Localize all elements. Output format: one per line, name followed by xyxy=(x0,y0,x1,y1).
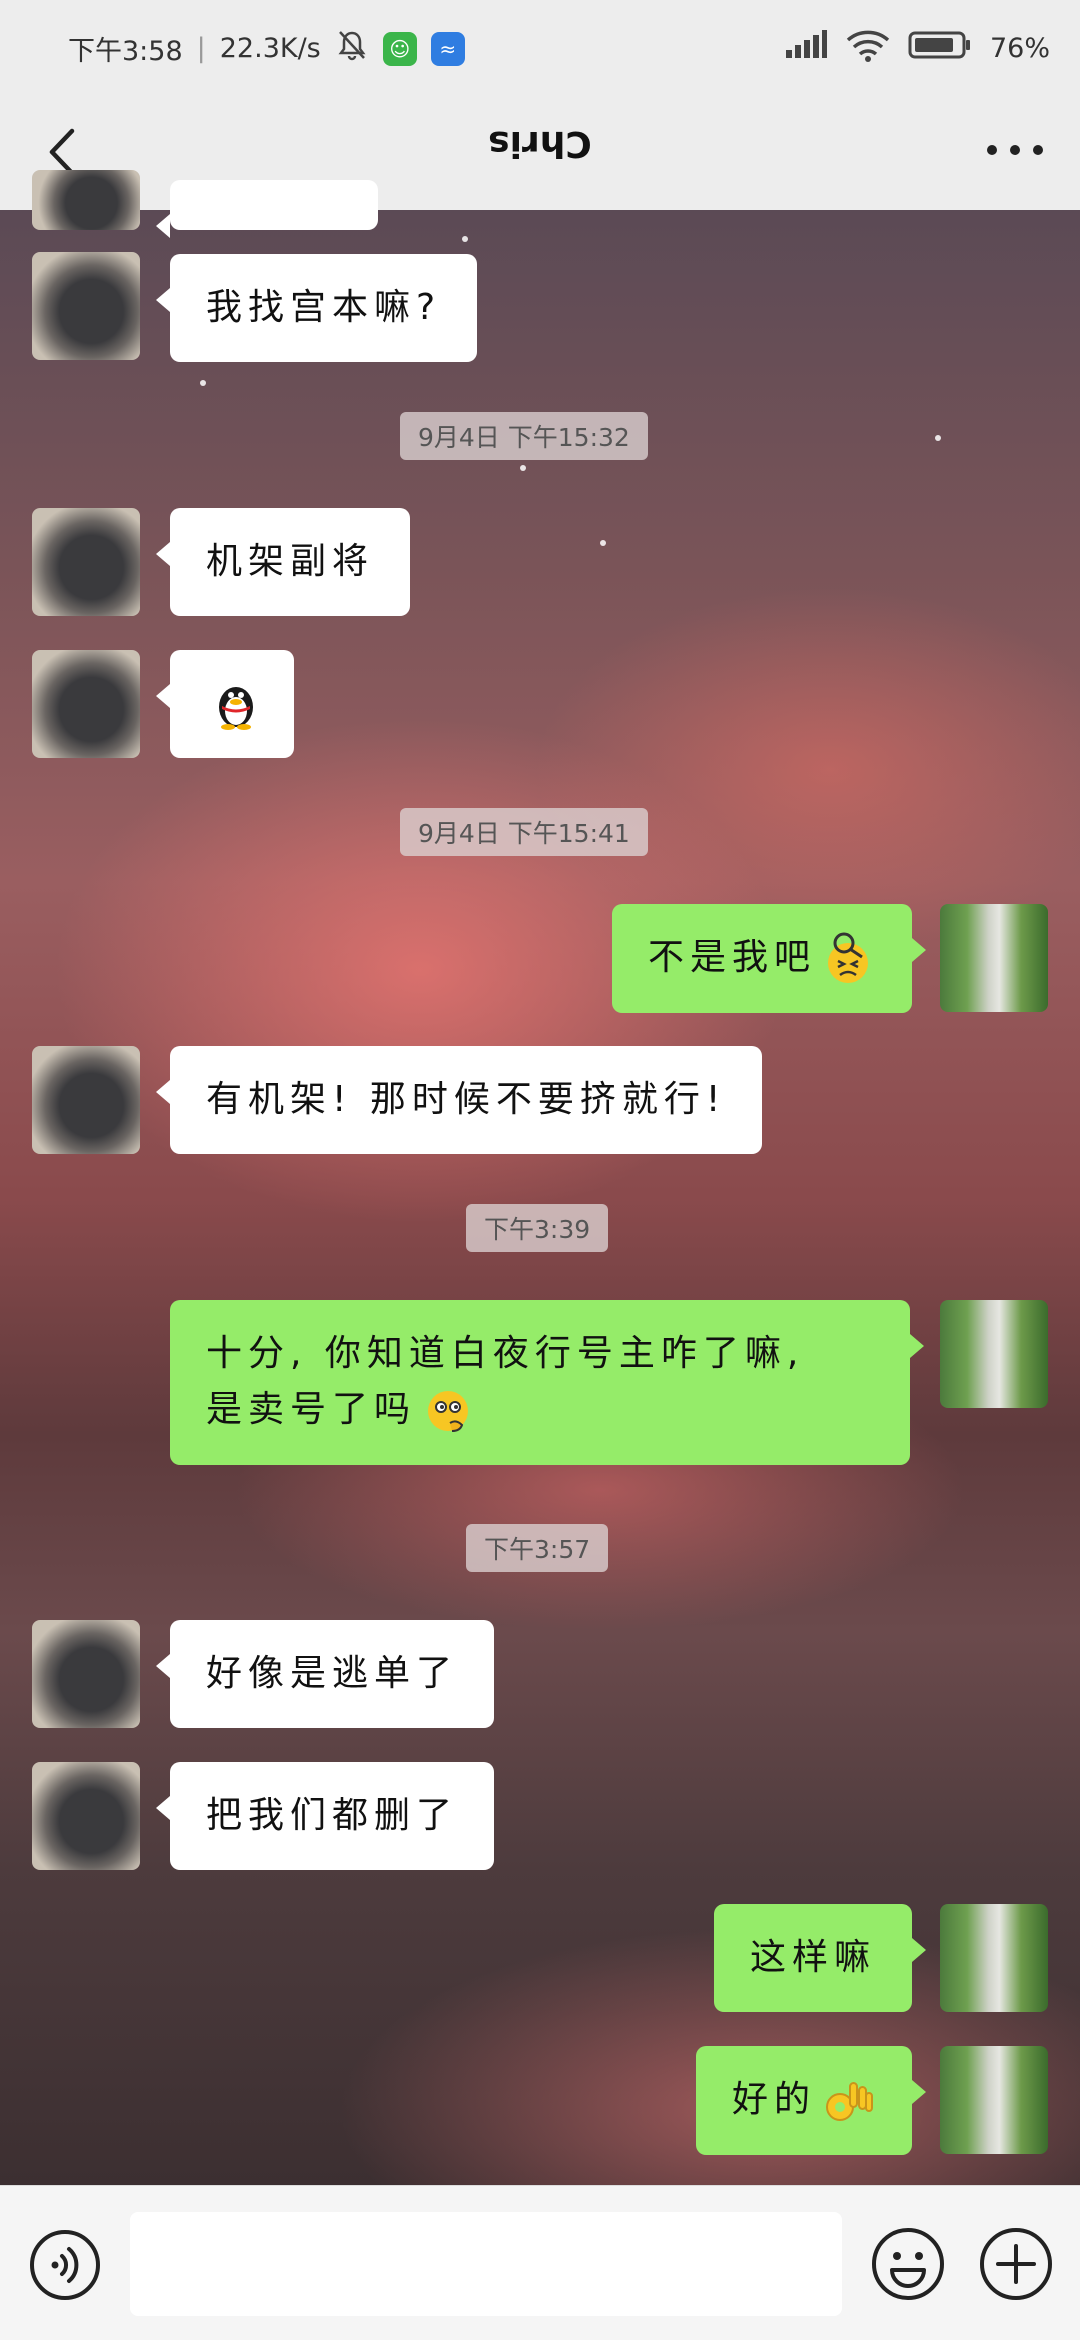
battery-icon xyxy=(908,30,972,67)
message-text: 十分, 你知道白夜行号主咋了嘛, xyxy=(206,1333,805,1374)
message-text: 机架副将 xyxy=(206,541,375,582)
timestamp: 下午3:39 xyxy=(466,1204,609,1252)
status-divider: | xyxy=(196,33,206,64)
signal-icon xyxy=(784,30,828,67)
qq-penguin-icon xyxy=(219,687,253,730)
message-text: 好像是逃单了 xyxy=(206,1653,459,1694)
message-bubble-in[interactable] xyxy=(156,650,294,758)
message-bubble-in[interactable]: 机架副将 xyxy=(155,508,411,616)
message-bubble-in[interactable]: 把我们都删了 xyxy=(155,1762,495,1870)
friend-avatar[interactable] xyxy=(32,252,140,360)
friend-avatar[interactable] xyxy=(32,508,140,616)
message-text-line2: 是卖号了吗 xyxy=(206,1382,874,1439)
my-avatar[interactable] xyxy=(940,1904,1048,2012)
message-text: 有机架! 那时候不要挤就行! xyxy=(206,1079,727,1120)
contact-name: Chris xyxy=(488,123,592,164)
lark-app-icon: ≈ xyxy=(430,31,465,66)
more-functions-button[interactable] xyxy=(978,2226,1054,2302)
friend-avatar[interactable] xyxy=(32,1762,140,1870)
voice-input-button[interactable] xyxy=(28,2228,102,2302)
wechat-app-icon: ☺ xyxy=(382,31,417,66)
wifi-icon xyxy=(846,28,890,69)
more-options-button[interactable] xyxy=(980,125,1050,175)
chat-header: Chris xyxy=(0,95,1080,210)
timestamp: 9月4日 下午15:41 xyxy=(400,808,648,856)
plus-icon xyxy=(980,2228,1052,2300)
more-dots-icon xyxy=(987,145,1043,155)
my-avatar[interactable] xyxy=(940,1300,1048,1408)
friend-avatar[interactable] xyxy=(32,1620,140,1728)
message-bubble-in[interactable]: 好像是逃单了 xyxy=(155,1620,495,1728)
friend-avatar[interactable] xyxy=(32,650,140,758)
message-bubble-in[interactable]: 我找宫本嘛? xyxy=(155,254,478,362)
input-bar xyxy=(0,2185,1080,2340)
thinking-emoji-icon xyxy=(428,1391,469,1432)
status-right: 76% xyxy=(784,28,1050,69)
message-bubble-out[interactable]: 不是我吧 xyxy=(611,904,927,1013)
message-text: 不是我吧 xyxy=(647,937,816,978)
mute-bell-icon xyxy=(335,28,369,69)
network-speed: 22.3K/s xyxy=(219,33,321,64)
message-bubble-out[interactable]: 十分, 你知道白夜行号主咋了嘛, 是卖号了吗 xyxy=(170,1300,924,1465)
message-bubble-partial xyxy=(156,180,378,238)
my-avatar[interactable] xyxy=(940,2046,1048,2154)
friend-avatar[interactable] xyxy=(32,1046,140,1154)
message-input[interactable] xyxy=(130,2212,842,2316)
friend-avatar[interactable] xyxy=(32,170,140,230)
emoji-button[interactable] xyxy=(870,2226,946,2302)
status-left: 下午3:58 | 22.3K/s ☺ ≈ xyxy=(68,28,465,69)
timestamp: 下午3:57 xyxy=(466,1524,609,1572)
status-time: 下午3:58 xyxy=(68,36,183,67)
message-text: 这样嘛 xyxy=(749,1937,876,1978)
embarrassed-emoji-icon xyxy=(828,932,868,983)
chat-screen: 下午3:58 | 22.3K/s ☺ ≈ 76% Chris 我找宫本嘛? 9月… xyxy=(0,0,1080,2340)
timestamp: 9月4日 下午15:32 xyxy=(400,412,648,460)
voice-icon xyxy=(30,2230,100,2300)
message-list[interactable]: 我找宫本嘛? 9月4日 下午15:32 机架副将 9月4日 下午15:41 不是… xyxy=(0,170,1080,2185)
status-bar: 下午3:58 | 22.3K/s ☺ ≈ 76% xyxy=(0,0,1080,95)
message-bubble-in[interactable]: 有机架! 那时候不要挤就行! xyxy=(155,1046,763,1154)
ok-hand-emoji-icon xyxy=(826,2082,873,2121)
battery-percent: 76% xyxy=(989,33,1050,64)
message-bubble-out[interactable]: 这样嘛 xyxy=(713,1904,927,2012)
message-bubble-out[interactable]: 好的 xyxy=(695,2046,927,2155)
message-text: 把我们都删了 xyxy=(206,1795,459,1836)
my-avatar[interactable] xyxy=(940,904,1048,1012)
message-text: 好的 xyxy=(731,2079,816,2120)
message-text: 是卖号了吗 xyxy=(206,1389,417,1430)
smiley-icon xyxy=(872,2228,944,2300)
message-text: 我找宫本嘛? xyxy=(206,287,442,328)
